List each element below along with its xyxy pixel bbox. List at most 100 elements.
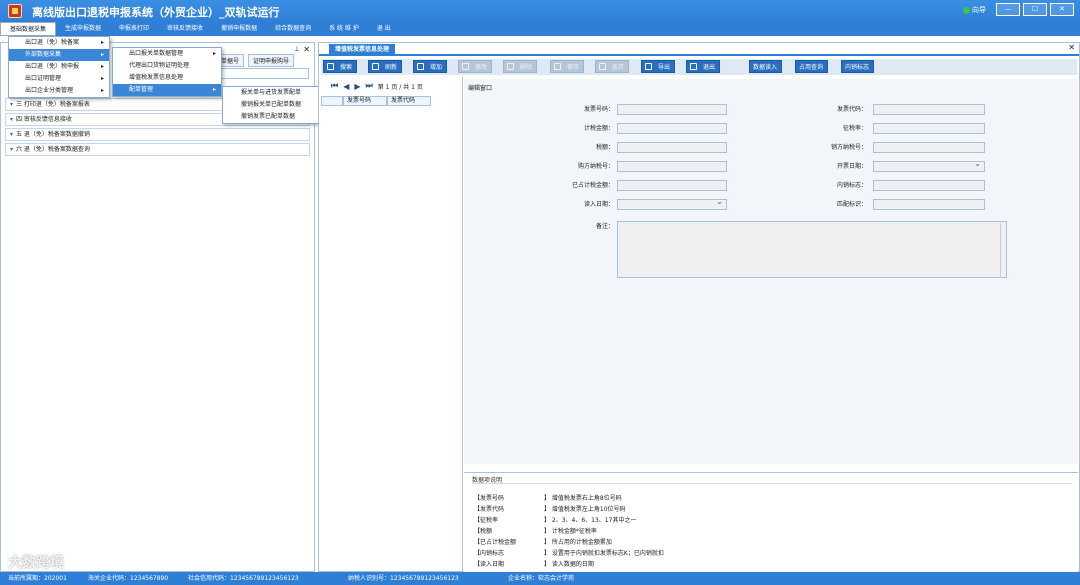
tree-item-query[interactable]: ▾ 六 退（免）税备案数据查询 <box>5 143 310 156</box>
guide-button[interactable]: 向导 <box>963 3 993 17</box>
label-seller-tax-id: 销方纳税号： <box>830 144 867 151</box>
save-button[interactable]: 保存 <box>550 60 585 73</box>
export-button[interactable]: 导出 <box>641 60 676 73</box>
close-tab-icon[interactable]: ✕ <box>1068 43 1075 52</box>
guide-label: 向导 <box>972 6 986 14</box>
label-tax-rate: 征税率： <box>842 125 867 132</box>
menu-item-declaration[interactable]: 出口退（免）税申报 ▸ <box>9 61 109 73</box>
menu-item-label: 出口报关单数据管理 <box>129 50 184 57</box>
menu-item-classification[interactable]: 出口企业分类管理 ▸ <box>9 85 109 97</box>
tree-item-revoke[interactable]: ▾ 五 退（免）税备案数据撤销 <box>5 128 310 141</box>
button-label: 保存 <box>567 64 580 71</box>
invoice-number-field[interactable] <box>617 104 727 115</box>
label-remark: 备注： <box>595 223 614 230</box>
search-button[interactable]: 搜索 <box>323 60 358 73</box>
status-period: 当前所属期：202001 <box>8 575 67 582</box>
menu-feedback[interactable]: 审核反馈接收 <box>158 22 212 36</box>
grid-header: 发票号码 发票代码 <box>321 96 461 106</box>
menu-item-agent-certificate[interactable]: 代理出口货物证明处理 <box>113 60 221 72</box>
tax-amount-field[interactable] <box>617 142 727 153</box>
label-domestic-flag: 内销标志： <box>836 182 867 189</box>
occupied-amount-field[interactable] <box>617 180 727 191</box>
invoice-code-field[interactable] <box>873 104 985 115</box>
menu-item-certificate[interactable]: 出口证明管理 ▸ <box>9 73 109 85</box>
seller-tax-id-field[interactable] <box>873 142 985 153</box>
description-value: 】 2、3、4、6、13、17其中之一 <box>544 517 637 524</box>
status-bar: 当前所属期：202001 海关企业代码：1234567890 社会信用代码：12… <box>0 572 1080 585</box>
domestic-flag-button[interactable]: 内销标志 <box>841 60 875 73</box>
close-pane-icon[interactable]: ✕ <box>303 45 310 54</box>
menu-query[interactable]: 综合数据查询 <box>266 22 320 36</box>
edit-window-title: 编辑窗口 <box>468 85 493 92</box>
menu-item-revoke-customs-match[interactable]: 撤销报关单已配单数据 <box>223 99 331 111</box>
menu-generate-declaration[interactable]: 生成申报数据 <box>56 22 110 36</box>
prev-page-icon[interactable]: ◀ <box>343 82 349 91</box>
invoice-date-select[interactable] <box>873 159 985 172</box>
remark-textarea[interactable] <box>617 221 1007 278</box>
menu-system[interactable]: 系 统 维 护 <box>320 22 368 36</box>
description-value: 】 计税金额*征税率 <box>544 528 597 535</box>
menu-item-filing[interactable]: 出口退（免）税备案 ▸ <box>9 37 109 49</box>
tab-left-2[interactable]: 证明申报购导 <box>248 54 295 67</box>
import-data-button[interactable]: 数据读入 <box>749 60 783 73</box>
last-page-icon[interactable]: ⏭ <box>366 81 373 91</box>
menu-item-label: 配单管理 <box>129 86 154 93</box>
divider <box>472 483 1072 484</box>
add-button[interactable]: 增加 <box>413 60 448 73</box>
domestic-flag-field[interactable] <box>873 180 985 191</box>
match-flag-field[interactable] <box>873 199 985 210</box>
next-page-icon[interactable]: ▶ <box>354 82 360 91</box>
minimize-button[interactable]: — <box>996 3 1020 16</box>
edit-button[interactable]: 修改 <box>458 60 493 73</box>
discard-icon <box>599 63 606 70</box>
taxable-amount-field[interactable] <box>617 123 727 134</box>
menu-item-revoke-invoice-match[interactable]: 撤销发票已配单数据 <box>223 111 331 123</box>
refresh-button[interactable]: 刷新 <box>368 60 403 73</box>
label-import-date: 读入日期： <box>583 201 614 208</box>
menu-print[interactable]: 申报表打印 <box>110 22 158 36</box>
maximize-button[interactable]: ☐ <box>1023 3 1047 16</box>
exit-button[interactable]: 退出 <box>686 60 721 73</box>
panel-splitter[interactable] <box>462 77 463 573</box>
first-page-icon[interactable]: ⏮ <box>331 81 338 91</box>
window-controls: 向导 — ☐ ✕ <box>963 3 1074 17</box>
button-label: 增加 <box>430 64 443 71</box>
menu-item-customs-data[interactable]: 出口报关单数据管理 ▸ <box>113 48 221 60</box>
discard-button[interactable]: 放弃 <box>595 60 630 73</box>
import-date-select[interactable] <box>617 197 727 210</box>
description-row: 【读入日期 】 读入数据的日期 <box>474 559 594 568</box>
left-search-input[interactable] <box>221 68 309 79</box>
usage-query-button[interactable]: 占用查询 <box>795 60 829 73</box>
label-match-flag: 匹配标识： <box>836 201 867 208</box>
delete-button[interactable]: 删除 <box>503 60 538 73</box>
menu-item-match-invoice[interactable]: 报关单与进货发票配单 <box>223 87 331 99</box>
label-tax-amount: 税额： <box>595 144 614 151</box>
label-buyer-tax-id: 购方纳税号： <box>577 163 614 170</box>
description-key: 【已占计税金额 <box>474 539 517 546</box>
menu-basic-data[interactable]: 基础数据采集 <box>0 22 57 36</box>
menu-item-external-data[interactable]: 外部数据采集 ▸ <box>9 49 109 61</box>
status-taxpayer-id: 纳税人识别号：123456789123456123 <box>348 575 459 582</box>
menu-revoke[interactable]: 撤销申报数据 <box>212 22 266 36</box>
status-company-name: 企业名称：软志会计学苑 <box>508 575 575 582</box>
tax-rate-field[interactable] <box>873 123 985 134</box>
menu-exit[interactable]: 退 出 <box>368 22 400 36</box>
buyer-tax-id-field[interactable] <box>617 161 727 172</box>
menu-item-matching[interactable]: 配单管理 ▸ <box>113 84 221 96</box>
remark-scrollbar[interactable] <box>1000 223 1004 278</box>
close-window-button[interactable]: ✕ <box>1050 3 1074 16</box>
column-header[interactable]: 发票代码 <box>387 96 431 106</box>
expand-icon: ▾ <box>10 116 14 123</box>
pin-icon[interactable]: ⊥ <box>294 45 300 53</box>
description-value: 】 增值税发票左上角10位号码 <box>544 506 626 513</box>
add-icon <box>417 63 424 70</box>
menu-item-label: 出口退（免）税备案 <box>25 39 80 46</box>
tab-vat-invoice[interactable]: 增值税发票信息处理 <box>329 44 396 56</box>
description-key: 【发票代码 <box>474 506 505 513</box>
column-header[interactable]: 发票号码 <box>343 96 387 106</box>
button-label: 刷新 <box>385 64 398 71</box>
grid-corner <box>321 96 343 106</box>
menu-item-vat-invoice[interactable]: 增值税发票信息处理 <box>113 72 221 84</box>
dropdown-matching: 报关单与进货发票配单 撤销报关单已配单数据 撤销发票已配单数据 <box>222 86 332 124</box>
guide-icon <box>963 6 970 14</box>
